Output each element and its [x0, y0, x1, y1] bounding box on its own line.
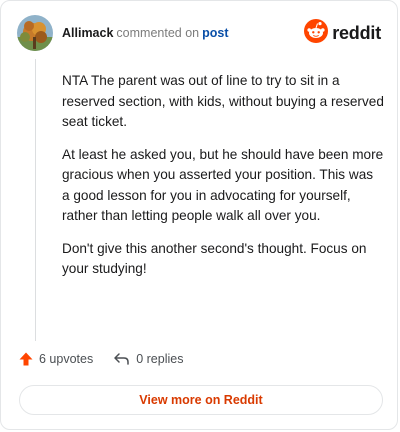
comment-paragraph: Don't give this another second's thought…: [62, 240, 367, 277]
comment-footer: 6 upvotes 0 replies: [18, 348, 183, 370]
post-link[interactable]: post: [202, 26, 228, 40]
reply-arrow-icon: [113, 351, 131, 367]
username[interactable]: Allimack: [62, 26, 113, 40]
comment-paragraph: NTA The parent was out of line to try to…: [62, 73, 384, 129]
replies-button[interactable]: 0 replies: [113, 351, 183, 367]
upvote-button[interactable]: 6 upvotes: [18, 351, 93, 367]
reddit-wordmark: reddit: [332, 22, 381, 43]
view-more-button[interactable]: View more on Reddit: [19, 385, 383, 415]
upvote-arrow-icon: [18, 351, 34, 367]
action-text: commented on: [116, 26, 200, 40]
comment-meta: Allimack commented on post: [62, 26, 304, 40]
thread-line: [35, 59, 36, 341]
user-avatar[interactable]: [17, 15, 53, 51]
reddit-brand-logo[interactable]: reddit: [304, 18, 381, 48]
upvote-count: 6 upvotes: [39, 352, 94, 366]
reply-count: 0 replies: [136, 352, 184, 366]
comment-paragraph: At least he asked you, but he should hav…: [62, 146, 384, 224]
comment-header: Allimack commented on post reddit: [17, 15, 381, 51]
reddit-snoo-icon: [304, 18, 329, 48]
embedded-comment-card: Allimack commented on post reddit NTA Th…: [0, 0, 398, 430]
comment-body: NTA The parent was out of line to try to…: [62, 71, 384, 292]
